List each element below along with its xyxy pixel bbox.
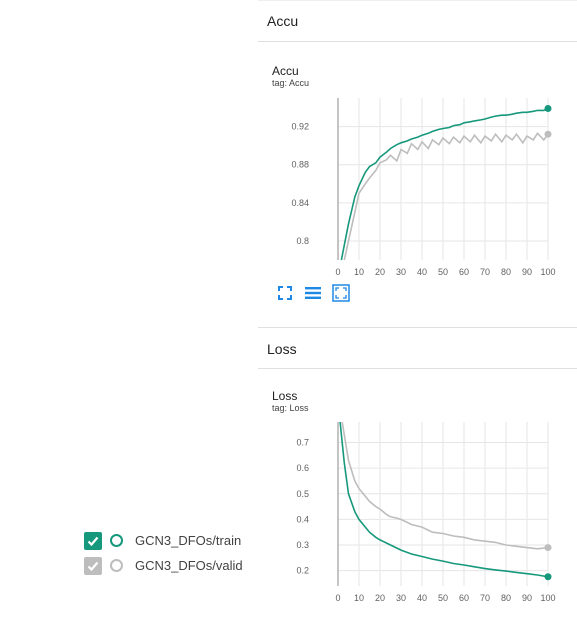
y-tick-label: 0.4 <box>296 514 309 524</box>
x-tick-label: 20 <box>375 593 385 603</box>
checkmark-icon <box>87 536 99 546</box>
checkbox-train[interactable] <box>84 531 102 550</box>
series-endpoint-valid <box>544 544 552 552</box>
y-tick-label: 0.3 <box>296 540 309 550</box>
x-tick-label: 50 <box>438 593 448 603</box>
series-endpoint-train <box>544 573 552 581</box>
y-tick-label: 0.2 <box>296 566 309 576</box>
x-tick-label: 0 <box>335 593 340 603</box>
legend-row-valid[interactable]: GCN3_DFOs/valid <box>84 553 243 578</box>
checkbox-valid[interactable] <box>84 556 102 575</box>
x-tick-label: 70 <box>480 593 490 603</box>
loss-chart[interactable]: 0 10 20 30 40 50 60 70 80 90 100 0.2 0.3 0.4 0.5 0.6 0.7 <box>258 0 577 624</box>
legend-row-train[interactable]: GCN3_DFOs/train <box>84 528 243 553</box>
checkmark-icon <box>87 561 99 571</box>
y-tick-label: 0.7 <box>296 438 309 448</box>
x-tick-label: 90 <box>522 593 532 603</box>
series-line-valid <box>341 422 549 550</box>
run-legend: GCN3_DFOs/train GCN3_DFOs/valid <box>84 528 243 578</box>
x-tick-label: 100 <box>540 593 555 603</box>
x-tick-label: 80 <box>501 593 511 603</box>
legend-label-valid: GCN3_DFOs/valid <box>135 558 243 573</box>
y-tick-label: 0.5 <box>296 489 309 499</box>
x-tick-label: 30 <box>396 593 406 603</box>
y-tick-label: 0.6 <box>296 463 309 473</box>
x-tick-label: 10 <box>354 593 364 603</box>
legend-label-train: GCN3_DFOs/train <box>135 533 242 548</box>
radio-train[interactable] <box>110 534 123 547</box>
x-tick-label: 60 <box>459 593 469 603</box>
radio-valid[interactable] <box>110 559 123 572</box>
x-tick-label: 40 <box>417 593 427 603</box>
series-line-train <box>339 422 549 578</box>
